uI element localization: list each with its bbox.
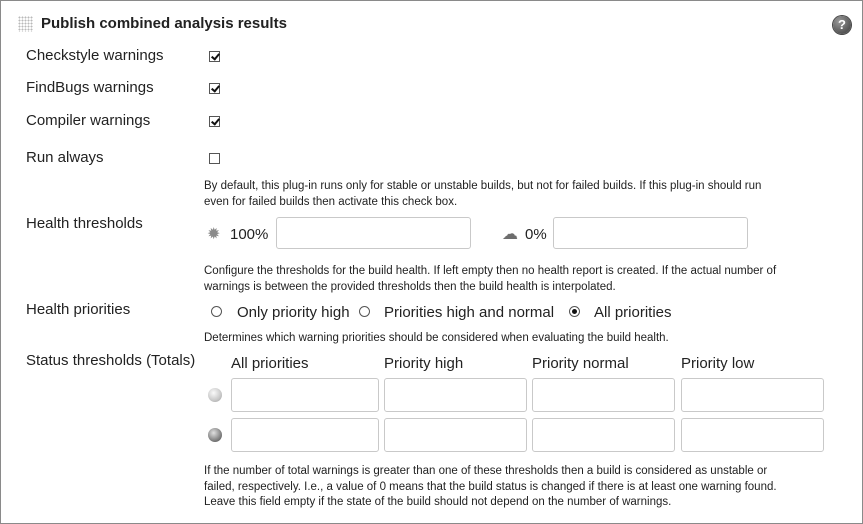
healthy-threshold-label: 100% <box>230 226 269 243</box>
unstable-priority-high-input[interactable] <box>384 378 527 412</box>
run-always-description-line: even for failed builds then activate thi… <box>204 195 458 208</box>
failed-priority-normal-input[interactable] <box>532 418 675 452</box>
help-icon[interactable]: ? <box>833 16 851 34</box>
failed-priority-low-input[interactable] <box>681 418 824 452</box>
radio-priorities-high-normal[interactable] <box>359 306 370 317</box>
status-thresholds-description: If the number of total warnings is great… <box>204 464 844 511</box>
status-thresholds-description-line: failed, respectively. I.e., a value of 0… <box>204 480 777 493</box>
column-header-priority-low: Priority low <box>681 355 755 372</box>
health-priorities-description: Determines which warning priorities shou… <box>204 332 669 344</box>
health-thresholds-description: Configure the thresholds for the build h… <box>204 264 844 295</box>
compiler-checkbox[interactable] <box>209 116 220 127</box>
checkstyle-checkbox[interactable] <box>209 51 220 62</box>
radio-label-all-priorities[interactable]: All priorities <box>594 304 672 321</box>
run-always-description: By default, this plug-in runs only for s… <box>204 179 824 210</box>
healthy-threshold-input[interactable] <box>276 217 471 249</box>
health-thresholds-label: Health thresholds <box>26 215 143 232</box>
run-always-label: Run always <box>26 149 104 166</box>
drag-handle-icon[interactable] <box>18 16 33 32</box>
failed-all-priorities-input[interactable] <box>231 418 379 452</box>
run-always-description-line: By default, this plug-in runs only for s… <box>204 180 762 192</box>
yellow-ball-icon <box>208 388 222 402</box>
status-thresholds-description-line: Leave this field empty if the state of t… <box>204 496 672 508</box>
unhealthy-threshold-label: 0% <box>525 226 547 243</box>
column-header-priority-high: Priority high <box>384 355 464 372</box>
column-header-priority-normal: Priority normal <box>532 355 629 372</box>
radio-only-priority-high[interactable] <box>211 306 222 317</box>
radio-all-priorities[interactable] <box>569 306 580 317</box>
findbugs-label: FindBugs warnings <box>26 79 154 96</box>
status-thresholds-label: Status thresholds (Totals) <box>26 352 196 369</box>
storm-cloud-icon: ☁ <box>502 226 518 243</box>
unstable-priority-low-input[interactable] <box>681 378 824 412</box>
unhealthy-threshold-input[interactable] <box>553 217 748 249</box>
health-priorities-label: Health priorities <box>26 301 131 318</box>
radio-label-only-priority-high[interactable]: Only priority high <box>237 304 350 321</box>
section-title: Publish combined analysis results <box>41 15 287 32</box>
health-thresholds-description-line: Configure the thresholds for the build h… <box>204 265 777 277</box>
checkstyle-label: Checkstyle warnings <box>26 47 164 64</box>
column-header-all-priorities: All priorities <box>231 355 309 372</box>
compiler-label: Compiler warnings <box>26 112 151 129</box>
run-always-checkbox[interactable] <box>209 153 220 164</box>
health-thresholds-description-line: warnings is between the provided thresho… <box>204 280 616 293</box>
failed-priority-high-input[interactable] <box>384 418 527 452</box>
status-thresholds-description-line: If the number of total warnings is great… <box>204 465 768 477</box>
unstable-all-priorities-input[interactable] <box>231 378 379 412</box>
findbugs-checkbox[interactable] <box>209 83 220 94</box>
publish-combined-analysis-panel: Publish combined analysis results ? Chec… <box>0 0 863 524</box>
red-ball-icon <box>208 428 222 442</box>
sun-icon: ✹ <box>207 226 221 243</box>
radio-label-priorities-high-normal[interactable]: Priorities high and normal <box>384 304 554 321</box>
unstable-priority-normal-input[interactable] <box>532 378 675 412</box>
